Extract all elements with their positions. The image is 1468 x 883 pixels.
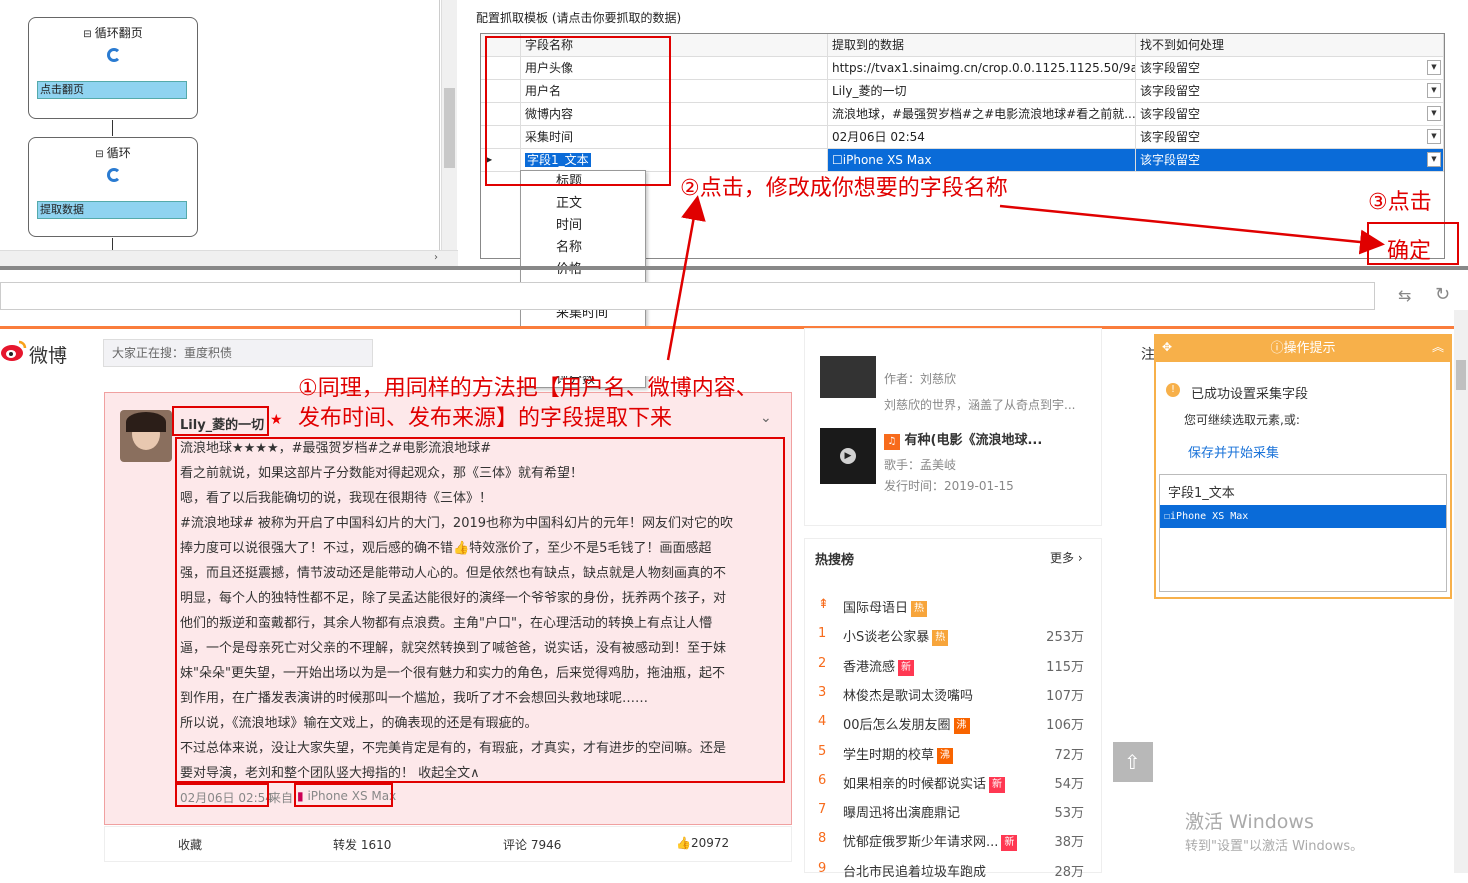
annotation-arrows [666,195,1385,361]
arrow-to-fieldname [666,195,706,361]
arrow-to-confirm [999,204,1385,255]
